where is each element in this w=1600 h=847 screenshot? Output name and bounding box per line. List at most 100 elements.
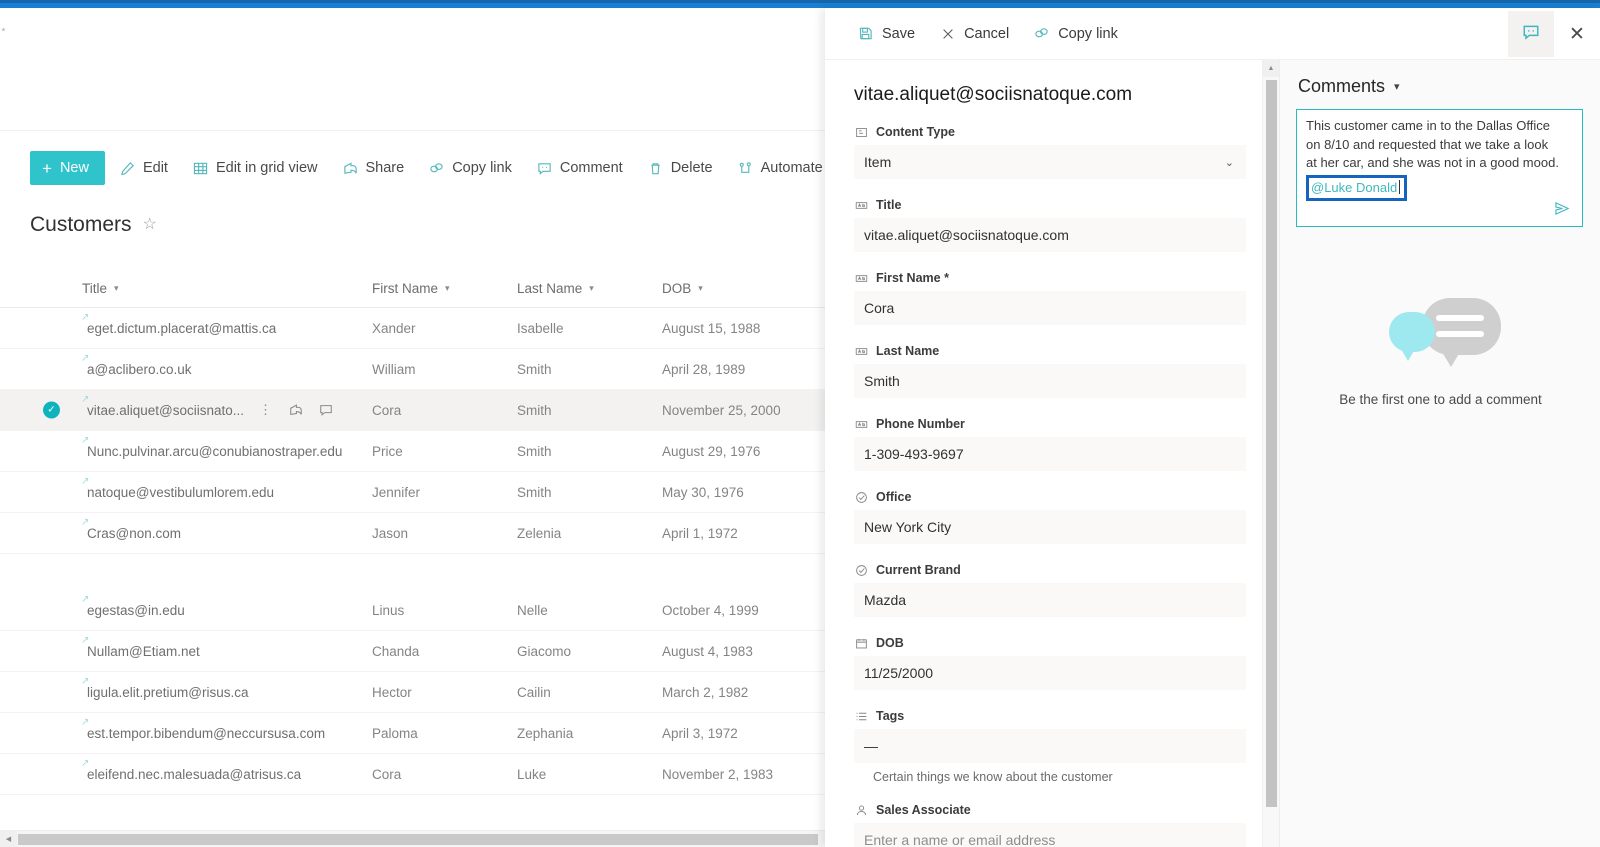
field-value[interactable]: Mazda <box>854 583 1246 617</box>
command-automate-label: Automate <box>760 160 823 176</box>
field-label: DOB <box>854 636 1295 650</box>
command-comment[interactable]: Comment <box>526 151 633 185</box>
command-share[interactable]: Share <box>332 151 415 185</box>
chevron-down-icon: ▾ <box>698 283 703 293</box>
send-comment-button[interactable] <box>1551 201 1573 220</box>
field-value[interactable]: Item ⌄ <box>854 145 1246 179</box>
cell-title[interactable]: ↗ egestas@in.edu <box>81 594 372 618</box>
table-row[interactable]: ✓↗eget.dictum.placerat@mattis.caXanderIs… <box>0 308 825 349</box>
field-value[interactable]: 1-309-493-9697 <box>854 437 1246 471</box>
favorite-star-icon[interactable]: ☆ <box>143 217 157 233</box>
save-button[interactable]: Save <box>845 16 927 52</box>
cell-title-text: eget.dictum.placerat@mattis.ca <box>87 320 277 336</box>
field-value-text: Item <box>864 154 892 170</box>
cell-title[interactable]: ↗ vitae.aliquet@sociisnato... ⋮ <box>81 394 372 418</box>
cell-title[interactable]: ↗ natoque@vestibulumlorem.edu <box>81 476 372 500</box>
mention-text: @Luke Donald <box>1311 179 1398 195</box>
copy-link-button[interactable]: Copy link <box>1021 16 1130 52</box>
field-value[interactable]: vitae.aliquet@sociisnatoque.com <box>854 218 1246 252</box>
table-row[interactable]: ✓↗a@aclibero.co.ukWilliamSmithApril 28, … <box>0 349 825 390</box>
comment-draft-line-3: at her car, and she was not in a good mo… <box>1306 155 1559 170</box>
horizontal-scroll-thumb[interactable] <box>18 833 818 845</box>
field-value[interactable]: New York City <box>854 510 1246 544</box>
chevron-down-icon[interactable]: ▾ <box>1394 80 1400 93</box>
cell-title[interactable]: ↗ est.tempor.bibendum@neccursusa.com <box>81 717 372 741</box>
text-icon <box>854 344 868 358</box>
field-description: Certain things we know about the custome… <box>873 770 1113 784</box>
chevron-down-icon[interactable]: ⌄ <box>1225 156 1234 169</box>
table-row[interactable]: ✓↗natoque@vestibulumlorem.eduJenniferSmi… <box>0 472 825 513</box>
mention-highlight-box[interactable]: @Luke Donald <box>1306 174 1408 201</box>
scroll-up-arrow-icon[interactable]: ▲ <box>1263 60 1279 77</box>
column-header-first-name[interactable]: First Name ▾ <box>372 281 517 296</box>
cell-title-text: a@aclibero.co.uk <box>87 361 192 377</box>
scroll-left-arrow-icon[interactable]: ◀ <box>0 830 17 847</box>
command-edit[interactable]: Edit <box>109 151 178 185</box>
table-row[interactable]: ✓↗ligula.elit.pretium@risus.caHectorCail… <box>0 672 825 713</box>
cell-dob: November 25, 2000 <box>662 402 781 418</box>
field-value[interactable]: — <box>854 729 1246 763</box>
automate-icon <box>737 160 754 177</box>
close-icon <box>939 25 956 42</box>
list-horizontal-scrollbar[interactable]: ◀ <box>0 830 825 847</box>
field-value-text: 11/25/2000 <box>864 665 934 681</box>
form-vertical-scrollbar[interactable]: ▲ <box>1262 60 1279 847</box>
column-header-dob[interactable]: DOB ▾ <box>662 281 822 296</box>
cell-title[interactable]: ↗ ligula.elit.pretium@risus.ca <box>81 676 372 700</box>
command-copy-link[interactable]: Copy link <box>418 151 522 185</box>
comments-empty-state: Be the first one to add a comment <box>1280 298 1600 407</box>
cell-title[interactable]: ↗ eget.dictum.placerat@mattis.ca <box>81 312 372 336</box>
cell-dob: April 3, 1972 <box>662 725 738 741</box>
title-cell-inner: ↗ eget.dictum.placerat@mattis.ca <box>81 312 277 336</box>
vertical-scroll-thumb[interactable] <box>1266 80 1277 807</box>
field-value[interactable]: 11/25/2000 <box>854 656 1246 690</box>
form-field: Title vitae.aliquet@sociisnatoque.com <box>835 198 1295 252</box>
new-button-label: New <box>59 160 89 176</box>
cell-title[interactable]: ↗ Nunc.pulvinar.arcu@conubianostraper.edu <box>81 435 372 459</box>
cell-title[interactable]: ↗ eleifend.nec.malesuada@atrisus.ca <box>81 758 372 782</box>
command-automate[interactable]: Automate ▾ <box>727 151 825 185</box>
share-icon[interactable] <box>288 403 303 418</box>
choice-icon <box>854 563 868 577</box>
table-row[interactable]: ✓↗eleifend.nec.malesuada@atrisus.caCoraL… <box>0 754 825 795</box>
more-options-icon[interactable]: ⋮ <box>258 402 273 418</box>
table-row[interactable]: ✓↗Nullam@Etiam.netChandaGiacomoAugust 4,… <box>0 631 825 672</box>
column-header-last-name[interactable]: Last Name ▾ <box>517 281 662 296</box>
shared-arrow-icon: ↗ <box>81 716 90 728</box>
save-icon <box>857 25 874 42</box>
cell-title[interactable]: ↗ Nullam@Etiam.net <box>81 635 372 659</box>
speech-bubble-small-icon <box>1388 312 1435 361</box>
table-row[interactable]: ✓↗est.tempor.bibendum@neccursusa.comPalo… <box>0 713 825 754</box>
cell-title[interactable]: ↗ Cras@non.com <box>81 517 372 541</box>
shared-arrow-icon: ↗ <box>81 675 90 687</box>
row-selected-checkmark-icon[interactable]: ✓ <box>43 401 60 419</box>
form-field: First Name * Cora <box>835 271 1295 325</box>
table-row[interactable]: ✓↗egestas@in.eduLinusNelleOctober 4, 199… <box>0 590 825 631</box>
field-value[interactable]: Cora <box>854 291 1246 325</box>
cell-title[interactable]: ↗ a@aclibero.co.uk <box>81 353 372 377</box>
comments-toggle-button[interactable] <box>1508 11 1554 57</box>
plus-icon: + <box>42 158 52 178</box>
cell-last-name: Luke <box>517 766 547 782</box>
new-button[interactable]: + New <box>30 151 105 185</box>
table-row[interactable]: ✓↗Cras@non.comJasonZeleniaApril 1, 1972 <box>0 513 825 554</box>
table-row[interactable]: ✓↗Nunc.pulvinar.arcu@conubianostraper.ed… <box>0 431 825 472</box>
field-value-text: Enter a name or email address <box>864 832 1056 847</box>
shared-arrow-icon: ↗ <box>81 593 90 605</box>
top-browser-bar-inner <box>0 0 1600 3</box>
cancel-button[interactable]: Cancel <box>927 16 1021 52</box>
cell-dob: August 29, 1976 <box>662 443 761 459</box>
comment-icon[interactable] <box>318 403 333 418</box>
table-row-gap <box>0 554 825 590</box>
field-value[interactable]: Smith <box>854 364 1246 398</box>
comment-bubbles-illustration <box>1381 298 1501 372</box>
comment-input-box[interactable]: This customer came in to the Dallas Offi… <box>1296 109 1583 227</box>
table-row[interactable]: ✓ ↗ vitae.aliquet@sociisnato... ⋮ Cora Smith N… <box>0 390 825 431</box>
command-delete[interactable]: Delete <box>637 151 723 185</box>
tags-icon <box>854 709 868 723</box>
command-edit-in-grid-view[interactable]: Edit in grid view <box>182 151 328 185</box>
app-root: ⋆ + New Edit Edit in grid view Share Cop… <box>0 0 1600 847</box>
field-value[interactable]: Enter a name or email address <box>854 823 1246 847</box>
column-header-title[interactable]: Title ▾ <box>82 281 372 296</box>
close-panel-button[interactable]: ✕ <box>1554 11 1600 57</box>
